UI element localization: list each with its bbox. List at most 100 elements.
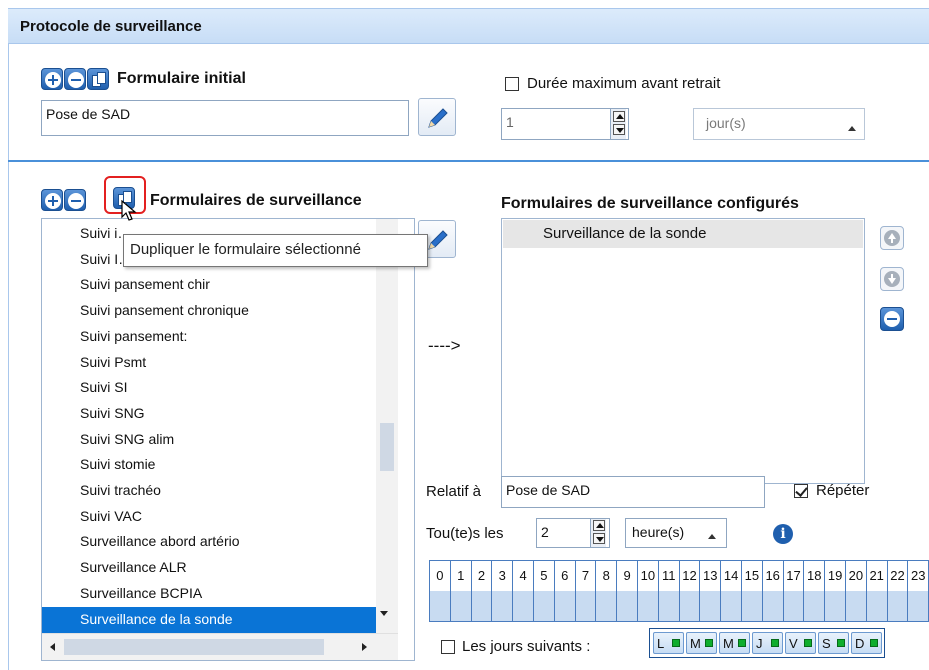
hour-slot[interactable] — [471, 591, 493, 621]
hour-slot[interactable] — [742, 591, 763, 621]
list-item[interactable]: Surveillance ALR — [42, 555, 397, 581]
configured-forms-list[interactable]: Surveillance de la sonde — [501, 218, 865, 484]
list-item[interactable]: Surveillance BCPIA — [42, 581, 397, 607]
duplicate-tooltip: Dupliquer le formulaire sélectionné — [123, 234, 428, 267]
day-active-indicator — [771, 639, 779, 647]
mouse-cursor-icon — [121, 200, 137, 221]
hour-label: 20 — [846, 561, 867, 591]
every-unit-select[interactable]: heure(s) — [625, 518, 727, 548]
list-item[interactable]: Surveillance abord artério — [42, 529, 397, 555]
hour-slot[interactable] — [825, 591, 846, 621]
day-toggle[interactable]: J — [752, 632, 783, 654]
hour-label: 2 — [471, 561, 493, 591]
every-value: 2 — [541, 524, 549, 540]
max-duration-checkbox[interactable] — [505, 77, 519, 91]
list-item[interactable]: Suivi pansement: — [42, 324, 397, 350]
hour-slot[interactable] — [804, 591, 826, 621]
spin-up-icon[interactable] — [593, 520, 605, 531]
arrow-up-icon — [884, 230, 900, 246]
configured-list-item[interactable]: Surveillance de la sonde — [503, 220, 863, 248]
scroll-down-icon[interactable] — [380, 611, 388, 616]
day-active-indicator — [870, 639, 878, 647]
initial-form-field[interactable]: Pose de SAD — [41, 100, 409, 136]
day-toggle[interactable]: D — [851, 632, 882, 654]
move-down-button[interactable] — [880, 267, 904, 291]
day-toggle[interactable]: S — [818, 632, 849, 654]
day-toggle[interactable]: L — [653, 632, 684, 654]
list-item[interactable]: Suivi SNG — [42, 401, 397, 427]
hour-slot[interactable] — [679, 591, 701, 621]
initial-form-heading: Formulaire initial — [117, 70, 246, 87]
hour-slot[interactable] — [638, 591, 659, 621]
configured-forms-heading: Formulaires de surveillance configurés — [501, 195, 799, 212]
every-unit-value: heure(s) — [632, 524, 685, 540]
scroll-right-icon[interactable] — [362, 643, 367, 651]
list-item[interactable]: Suivi stomie — [42, 452, 397, 478]
hour-slot[interactable] — [762, 591, 784, 621]
hour-slot[interactable] — [513, 591, 534, 621]
hours-grid[interactable]: 0 1 2 3 4 5 6 7 8 9 10 11 12 13 14 15 16 17 18 19 20 21 22 23 — [429, 560, 929, 622]
hour-slot[interactable] — [450, 591, 472, 621]
relative-field[interactable]: Pose de SAD — [501, 476, 765, 508]
remove-surveillance-form-button[interactable] — [64, 189, 86, 211]
hour-slot[interactable] — [658, 591, 680, 621]
add-initial-form-button[interactable] — [41, 68, 63, 90]
hour-slot[interactable] — [700, 591, 722, 621]
hour-slot[interactable] — [534, 591, 555, 621]
hour-slot[interactable] — [430, 591, 451, 621]
following-days-checkbox[interactable] — [441, 640, 455, 654]
spin-up-icon[interactable] — [613, 111, 625, 122]
day-label: L — [657, 636, 665, 651]
hour-slot[interactable] — [783, 591, 805, 621]
hour-slot[interactable] — [866, 591, 888, 621]
hour-label: 22 — [887, 561, 909, 591]
list-item[interactable]: Suivi pansement chronique — [42, 298, 397, 324]
hour-label: 6 — [554, 561, 576, 591]
repeat-checkbox[interactable] — [794, 484, 808, 498]
minus-icon — [68, 72, 84, 88]
hour-label: 23 — [908, 561, 928, 591]
vertical-scroll-thumb[interactable] — [380, 423, 394, 471]
info-icon[interactable]: i — [773, 524, 793, 544]
remove-configured-button[interactable] — [880, 307, 904, 331]
list-item[interactable]: Suivi SNG alim — [42, 427, 397, 453]
add-surveillance-form-button[interactable] — [41, 189, 63, 211]
list-item[interactable]: Suivi VAC — [42, 504, 397, 530]
list-item[interactable]: Suivi Psmt — [42, 350, 397, 376]
duplicate-initial-form-button[interactable] — [87, 68, 109, 90]
spin-down-icon[interactable] — [613, 124, 625, 135]
list-item[interactable]: Surveillance de la sonde — [42, 606, 397, 633]
hour-slot[interactable] — [575, 591, 597, 621]
day-toggle[interactable]: V — [785, 632, 816, 654]
spin-down-icon[interactable] — [593, 533, 605, 544]
horizontal-scroll-thumb[interactable] — [64, 639, 324, 655]
every-label: Tou(te)s les — [426, 525, 504, 542]
hour-slot[interactable] — [617, 591, 638, 621]
dropdown-arrow-icon — [708, 534, 716, 539]
every-spinner[interactable] — [590, 519, 606, 547]
list-item[interactable]: Suivi pansement chir — [42, 272, 397, 298]
day-toggle[interactable]: M — [719, 632, 750, 654]
list-item[interactable]: Suivi trachéo — [42, 478, 397, 504]
hour-slot[interactable] — [596, 591, 618, 621]
minus-icon — [884, 311, 900, 327]
hour-label: 16 — [762, 561, 784, 591]
surveillance-forms-list[interactable]: Suivi i… Suivi I… Suivi pansement chir Suiv… — [41, 218, 415, 661]
duration-value: 1 — [506, 114, 514, 130]
duration-spinner[interactable] — [610, 109, 626, 139]
hour-slot[interactable] — [908, 591, 928, 621]
hour-slot[interactable] — [887, 591, 909, 621]
hour-slot[interactable] — [846, 591, 867, 621]
remove-initial-form-button[interactable] — [64, 68, 86, 90]
surveillance-forms-heading: Formulaires de surveillance — [150, 192, 362, 209]
hour-slot[interactable] — [721, 591, 742, 621]
scroll-left-icon[interactable] — [50, 643, 55, 651]
hour-label: 21 — [866, 561, 888, 591]
hour-slot[interactable] — [554, 591, 576, 621]
edit-initial-form-button[interactable] — [418, 98, 456, 136]
hour-slot[interactable] — [492, 591, 514, 621]
move-up-button[interactable] — [880, 226, 904, 250]
day-toggle[interactable]: M — [686, 632, 717, 654]
list-item[interactable]: Suivi SI — [42, 375, 397, 401]
duration-unit-select[interactable]: jour(s) — [693, 108, 865, 140]
